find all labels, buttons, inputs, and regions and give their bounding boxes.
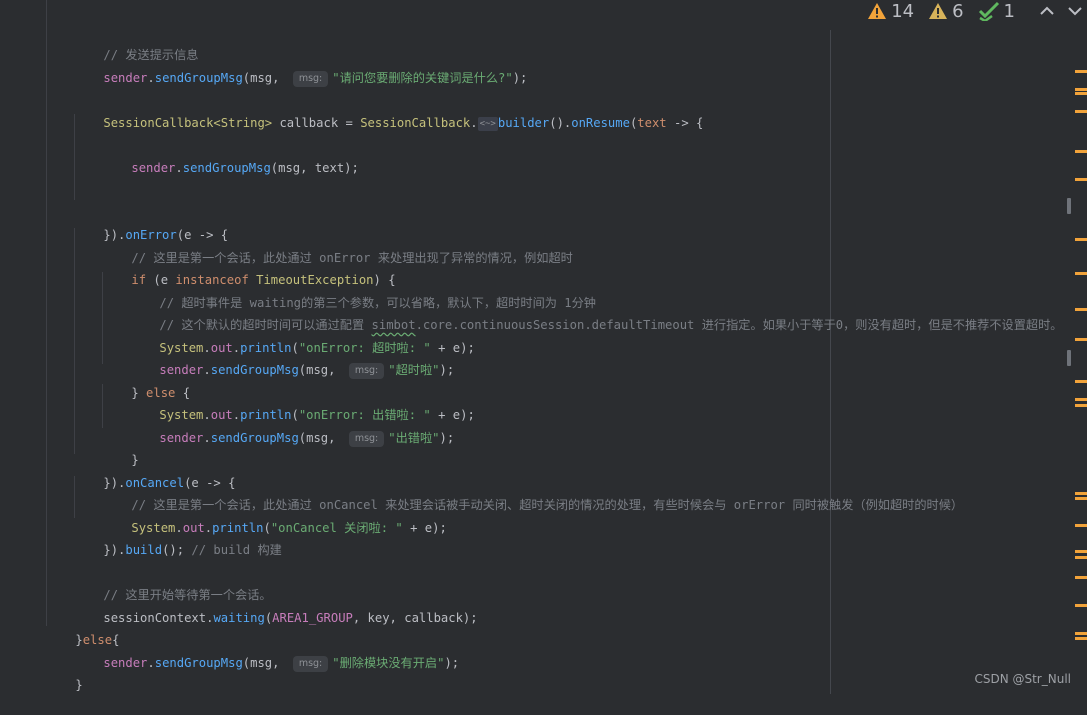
ok-count: 1: [1003, 0, 1015, 22]
chevron-up-icon: [1040, 6, 1054, 15]
code-line-19: }).build(); // build 构建: [103, 543, 282, 557]
right-margin-guide: [830, 30, 831, 694]
warning-marker[interactable]: [1075, 150, 1087, 153]
code-line-20: // 这里开始等待第一个会话。: [103, 588, 272, 602]
warning-marker[interactable]: [1075, 576, 1087, 579]
ok-counter[interactable]: 1: [978, 1, 1015, 22]
inspection-widget[interactable]: 14 6 1: [867, 0, 1087, 22]
warning-marker[interactable]: [1075, 632, 1087, 635]
warning-marker[interactable]: [1075, 637, 1087, 640]
checkmark-icon: [978, 1, 999, 21]
folded-generic[interactable]: <~>: [477, 117, 498, 131]
warning-marker[interactable]: [1075, 380, 1087, 383]
param-hint: msg:: [292, 656, 329, 672]
warning-marker[interactable]: [1075, 110, 1087, 113]
code-line-3: SessionCallback<String> callback = Sessi…: [103, 116, 704, 131]
weak-warnings-counter[interactable]: 6: [928, 0, 964, 22]
param-hint: msg:: [348, 363, 385, 379]
code-line-12: } else {: [131, 386, 191, 400]
warning-marker[interactable]: [1075, 398, 1087, 401]
code-line-2: sender.sendGroupMsg(msg, msg: "请问您要删除的关键词…: [103, 71, 528, 87]
warning-marker[interactable]: [1075, 272, 1087, 275]
code-line-17: // 这里是第一个会话，此处通过 onCancel 来处理会话被手动关闭、超时关…: [131, 498, 964, 512]
code-line-5: }).onError(e -> {: [103, 228, 229, 242]
code-line-7: if (e instanceof TimeoutException) {: [131, 273, 396, 287]
code-editor[interactable]: // 发送提示信息 sender.sendGroupMsg(msg, msg: "…: [0, 0, 1087, 694]
warning-marker[interactable]: [1075, 238, 1087, 241]
warning-marker[interactable]: [1075, 308, 1087, 311]
code-line-6: // 这里是第一个会话，此处通过 onError 来处理出现了异常的情况，例如超…: [131, 251, 573, 265]
code-line-23: sender.sendGroupMsg(msg, msg: "删除模块没有开启")…: [103, 656, 460, 672]
caret-marker: [1067, 350, 1071, 366]
code-line-14: sender.sendGroupMsg(msg, msg: "出错啦");: [159, 431, 455, 447]
param-hint: msg:: [348, 431, 385, 447]
code-line-24: }: [75, 678, 83, 692]
caret-marker: [1067, 198, 1071, 214]
code-line-22: }else{: [75, 633, 120, 647]
code-line-21: sessionContext.waiting(AREA1_GROUP, key,…: [103, 611, 478, 625]
warning-marker[interactable]: [1075, 556, 1087, 559]
code-line-11: sender.sendGroupMsg(msg, msg: "超时啦");: [159, 363, 455, 379]
code-line-15: }: [131, 453, 139, 467]
warning-marker[interactable]: [1075, 70, 1087, 73]
weak-warning-icon: [929, 3, 948, 19]
warning-marker[interactable]: [1075, 404, 1087, 407]
watermark: CSDN @Str_Null: [974, 672, 1071, 686]
code-line-16: }).onCancel(e -> {: [103, 476, 236, 490]
warnings-counter[interactable]: 14: [867, 1, 914, 22]
warning-marker[interactable]: [1075, 550, 1087, 553]
weak-warnings-count: 6: [952, 0, 964, 22]
code-line-13: System.out.println("onError: 出错啦: " + e)…: [159, 408, 475, 422]
warning-marker[interactable]: [1075, 604, 1087, 607]
warning-marker[interactable]: [1075, 492, 1087, 495]
warning-marker[interactable]: [1075, 524, 1087, 527]
warnings-count: 14: [891, 0, 915, 22]
code-line-8: // 超时事件是 waiting的第三个参数，可以省略，默认下，超时时间为 1分…: [159, 296, 596, 310]
warning-marker[interactable]: [1075, 338, 1087, 341]
warning-icon: [868, 3, 887, 19]
next-highlight-button[interactable]: [1065, 1, 1085, 21]
warning-marker[interactable]: [1075, 178, 1087, 181]
warning-marker[interactable]: [1075, 497, 1087, 500]
warning-marker[interactable]: [1075, 88, 1087, 91]
previous-highlight-button[interactable]: [1037, 1, 1057, 21]
code-line-1: // 发送提示信息: [103, 48, 199, 62]
code-line-4: sender.sendGroupMsg(msg, text);: [131, 161, 359, 175]
code-line-18: System.out.println("onCancel 关闭啦: " + e)…: [131, 521, 447, 535]
param-hint: msg:: [292, 71, 329, 87]
chevron-down-icon: [1068, 7, 1082, 16]
code-line-9: // 这个默认的超时时间可以通过配置 simbot.core.continuou…: [159, 318, 1063, 332]
warning-marker[interactable]: [1075, 92, 1087, 95]
code-line-10: System.out.println("onError: 超时啦: " + e)…: [159, 341, 475, 355]
